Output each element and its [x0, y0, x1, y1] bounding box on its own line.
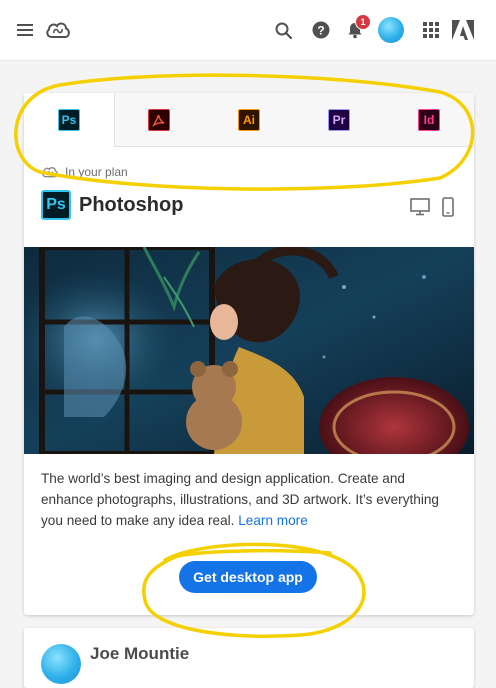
product-card: Ps Ai Pr Id In your plan Ps Photoshop Th… [24, 93, 474, 615]
product-header: Ps Photoshop [41, 189, 183, 221]
help-icon[interactable]: ? [306, 0, 336, 60]
creative-cloud-small-icon [42, 167, 58, 178]
tab-photoshop[interactable]: Ps [24, 93, 115, 147]
indesign-icon: Id [418, 108, 440, 131]
photoshop-app-icon: Ps [41, 190, 71, 220]
acrobat-icon [148, 108, 170, 131]
notification-badge: 1 [355, 14, 371, 30]
plan-indicator: In your plan [41, 164, 128, 180]
app-tabs: Ps Ai Pr Id [24, 93, 474, 147]
illustrator-icon: Ai [238, 108, 260, 131]
creative-cloud-logo-icon[interactable] [42, 0, 74, 60]
tab-indesign[interactable]: Id [384, 93, 474, 146]
product-name: Photoshop [79, 193, 184, 216]
tab-illustrator[interactable]: Ai [204, 93, 294, 146]
premiere-icon: Pr [328, 108, 350, 131]
mobile-icon [442, 197, 454, 217]
svg-text:?: ? [317, 24, 324, 38]
tab-premiere[interactable]: Pr [294, 93, 384, 146]
search-icon[interactable] [268, 0, 298, 60]
product-description: The world’s best imaging and design appl… [41, 468, 459, 531]
top-bar: ? 1 [0, 0, 496, 61]
user-avatar[interactable] [41, 644, 81, 684]
adobe-logo-icon[interactable] [448, 0, 478, 60]
tab-acrobat[interactable] [114, 93, 204, 146]
bell-icon[interactable]: 1 [340, 0, 371, 60]
avatar[interactable] [376, 0, 406, 60]
hero-image [24, 247, 474, 454]
learn-more-link[interactable]: Learn more [238, 513, 308, 528]
photoshop-icon: Ps [58, 109, 80, 131]
avatar-image [378, 17, 404, 43]
user-name: Joe Mountie [90, 644, 190, 663]
desktop-icon [410, 198, 430, 216]
get-desktop-app-button[interactable]: Get desktop app [179, 561, 317, 593]
plan-label: In your plan [65, 165, 128, 179]
device-availability [410, 197, 454, 217]
user-card: Joe Mountie [24, 628, 474, 688]
app-grid-icon[interactable] [416, 0, 446, 60]
hamburger-menu-icon[interactable] [10, 0, 40, 60]
